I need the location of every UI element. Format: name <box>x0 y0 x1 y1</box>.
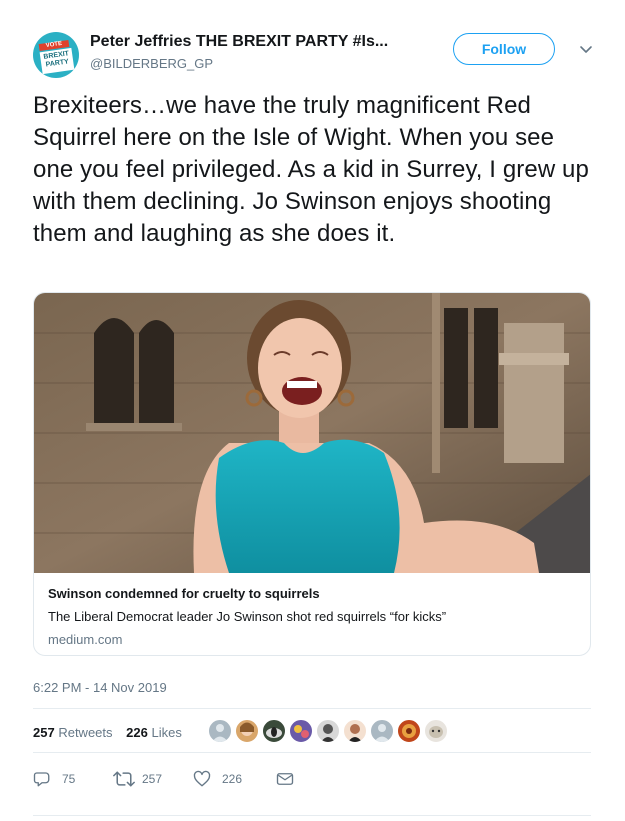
link-card[interactable]: Swinson condemned for cruelty to squirre… <box>33 292 591 656</box>
chevron-down-icon[interactable] <box>579 42 593 56</box>
likes-label: Likes <box>151 725 182 740</box>
retweets-count: 257 <box>33 725 55 740</box>
tweet-timestamp[interactable]: 6:22 PM - 14 Nov 2019 <box>33 680 167 695</box>
divider <box>33 815 591 816</box>
reply-count: 75 <box>62 772 76 786</box>
liker-avatar[interactable] <box>343 719 367 743</box>
divider <box>33 752 591 753</box>
engagement-stats: 257 Retweets 226 Likes <box>33 722 192 746</box>
liker-avatar[interactable] <box>397 719 421 743</box>
card-domain: medium.com <box>48 632 123 647</box>
avatar-badge-brand: BREXIT PARTY <box>39 47 75 75</box>
retweets-label: Retweets <box>58 725 113 740</box>
likes-stat[interactable]: 226 Likes <box>126 722 182 744</box>
card-title[interactable]: Swinson condemned for cruelty to squirre… <box>48 586 320 601</box>
like-icon <box>193 770 211 787</box>
liker-avatar[interactable] <box>262 719 286 743</box>
tweet-text: Brexiteers…we have the truly magnificent… <box>33 92 589 247</box>
message-icon <box>276 773 294 785</box>
author-handle[interactable]: @BILDERBERG_GP <box>90 56 213 71</box>
card-image[interactable] <box>34 293 591 573</box>
reply-icon <box>33 772 50 787</box>
avatar[interactable]: VOTE BREXIT PARTY <box>33 32 79 78</box>
liker-avatar[interactable] <box>370 719 394 743</box>
divider <box>33 708 591 709</box>
author-name[interactable]: Peter Jeffries THE BREXIT PARTY #Is... <box>90 33 388 51</box>
retweet-icon <box>113 771 135 787</box>
liker-avatar[interactable] <box>424 719 448 743</box>
retweets-stat[interactable]: 257 Retweets <box>33 722 113 744</box>
liker-avatar[interactable] <box>316 719 340 743</box>
card-description: The Liberal Democrat leader Jo Swinson s… <box>48 609 447 624</box>
likes-count: 226 <box>126 725 148 740</box>
liker-avatar[interactable] <box>289 719 313 743</box>
liker-avatar[interactable] <box>208 719 232 743</box>
liker-avatar[interactable] <box>235 719 259 743</box>
follow-button[interactable]: Follow <box>453 33 555 65</box>
retweet-count: 257 <box>142 772 163 786</box>
like-count: 226 <box>222 772 243 786</box>
tweet-header: VOTE BREXIT PARTY Peter Jeffries THE BRE… <box>33 30 603 80</box>
